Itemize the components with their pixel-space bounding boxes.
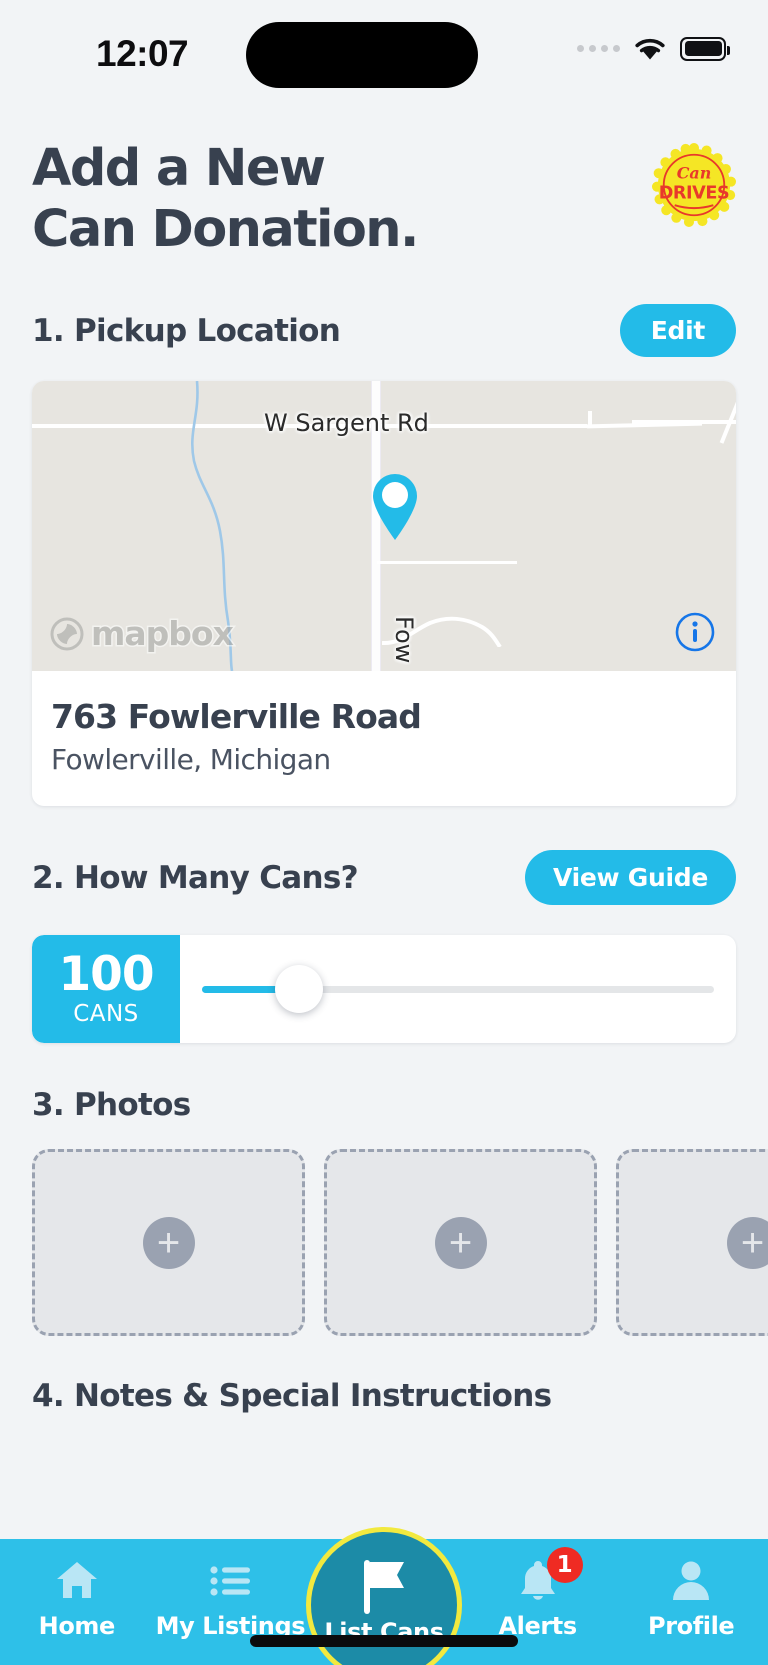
can-drives-logo: Can DRIVES xyxy=(652,143,736,227)
map-road xyxy=(377,561,517,564)
pickup-location-header: 1. Pickup Location Edit xyxy=(0,304,768,357)
slider-track[interactable] xyxy=(202,965,714,1013)
app-screen: 12:07 Add a New Can Donation. Can DRIVES… xyxy=(0,0,768,1665)
page-title-line1: Add a New xyxy=(32,139,326,198)
page-title: Add a New Can Donation. xyxy=(32,138,552,260)
svg-text:Can: Can xyxy=(677,163,712,182)
map-preview[interactable]: W Sargent Rd Fow mapbox xyxy=(32,381,736,671)
home-icon xyxy=(54,1557,100,1603)
pickup-location-card: W Sargent Rd Fow mapbox 763 Fowlerville … xyxy=(32,381,736,806)
page-header: Add a New Can Donation. Can DRIVES xyxy=(0,110,768,260)
map-road xyxy=(588,411,592,427)
info-circle-icon[interactable] xyxy=(674,611,716,653)
status-bar-time: 12:07 xyxy=(96,33,189,74)
map-road xyxy=(586,421,703,429)
view-guide-button[interactable]: View Guide xyxy=(525,850,736,905)
plus-icon[interactable]: + xyxy=(434,1216,487,1269)
pickup-location-title: 1. Pickup Location xyxy=(32,312,341,349)
nav-item-alerts[interactable]: 1 Alerts xyxy=(461,1539,615,1640)
photos-header: 3. Photos xyxy=(0,1087,768,1123)
svg-text:DRIVES: DRIVES xyxy=(659,183,730,203)
nav-label-home: Home xyxy=(38,1612,116,1640)
home-indicator xyxy=(250,1635,518,1647)
photo-slot[interactable]: + xyxy=(616,1149,768,1336)
battery-full-icon xyxy=(680,36,730,61)
plus-icon[interactable]: + xyxy=(726,1216,768,1269)
can-count-slider-card: 100 CANS xyxy=(32,935,736,1043)
address-city-state: Fowlerville, Michigan xyxy=(51,743,331,776)
map-pin-icon xyxy=(367,469,423,541)
can-count-unit: CANS xyxy=(73,1000,139,1027)
cellular-dots-icon xyxy=(577,45,620,52)
nav-item-profile[interactable]: Profile xyxy=(614,1539,768,1640)
address-street: 763 Fowlerville Road xyxy=(51,697,422,736)
person-icon xyxy=(668,1557,714,1603)
mapbox-attribution: mapbox xyxy=(50,613,236,655)
page-title-line2: Can Donation. xyxy=(32,200,419,259)
nav-item-home[interactable]: Home xyxy=(0,1539,154,1640)
notes-title: 4. Notes & Special Instructions xyxy=(32,1378,552,1414)
mapbox-label: mapbox xyxy=(90,613,236,655)
status-bar: 12:07 xyxy=(0,0,768,110)
mapbox-logo-icon xyxy=(50,617,84,650)
bell-icon: 1 xyxy=(515,1547,583,1603)
can-count-slider[interactable] xyxy=(180,935,736,1043)
slider-thumb[interactable] xyxy=(275,965,324,1013)
map-road xyxy=(719,390,736,444)
can-count-value-badge: 100 CANS xyxy=(32,935,180,1043)
can-count-header: 2. How Many Cans? View Guide xyxy=(0,850,768,905)
list-icon xyxy=(207,1557,253,1603)
edit-location-button[interactable]: Edit xyxy=(619,304,736,357)
notes-header: 4. Notes & Special Instructions xyxy=(0,1378,768,1414)
nav-label-profile: Profile xyxy=(648,1612,735,1640)
status-bar-indicators xyxy=(577,36,730,61)
photos-title: 3. Photos xyxy=(32,1087,191,1123)
wifi-icon xyxy=(633,36,667,61)
nav-item-my-listings[interactable]: My Listings xyxy=(154,1539,308,1640)
can-count-title: 2. How Many Cans? xyxy=(32,859,359,896)
dynamic-island xyxy=(246,22,478,88)
photo-slot[interactable]: + xyxy=(32,1149,305,1336)
flag-icon xyxy=(356,1560,412,1614)
address-block: 763 Fowlerville Road Fowlerville, Michig… xyxy=(32,671,736,806)
photo-slot-row: + + + xyxy=(0,1149,768,1336)
plus-icon[interactable]: + xyxy=(142,1216,195,1269)
photo-slot[interactable]: + xyxy=(324,1149,597,1336)
can-count-number: 100 xyxy=(58,946,154,1002)
map-street-label-vertical: Fow xyxy=(390,616,418,664)
map-street-label: W Sargent Rd xyxy=(264,409,429,437)
alerts-badge: 1 xyxy=(546,1547,583,1583)
